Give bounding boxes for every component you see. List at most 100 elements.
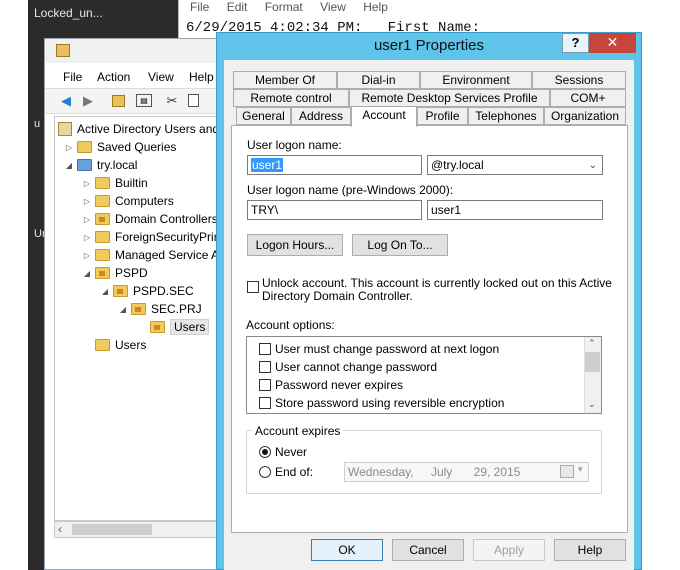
aduc-menu-action[interactable]: Action	[97, 70, 130, 84]
logon-name-value: user1	[251, 158, 284, 172]
cut-icon[interactable]: ✂	[164, 94, 180, 108]
aduc-menu-file[interactable]: File	[63, 70, 82, 84]
tab-dial-in[interactable]: Dial-in	[337, 71, 420, 89]
tree-node-sec-prj[interactable]: ◢ SEC.PRJ	[118, 300, 202, 318]
expand-caret-icon[interactable]: ▷	[82, 233, 92, 242]
collapse-caret-icon[interactable]: ◢	[118, 305, 128, 314]
tree-node-pspd-sec[interactable]: ◢ PSPD.SEC	[100, 282, 194, 300]
collapse-caret-icon[interactable]: ◢	[82, 269, 92, 278]
tree-node-domain[interactable]: ◢ try.local	[64, 156, 138, 174]
chevron-down-icon: ▾	[578, 464, 583, 474]
forward-arrow-icon[interactable]: ▶	[80, 94, 96, 108]
expand-caret-icon[interactable]: ▷	[82, 197, 92, 206]
option-checkbox[interactable]	[259, 343, 271, 355]
ou-folder-icon	[95, 267, 110, 279]
expand-caret-icon[interactable]: ▷	[82, 215, 92, 224]
notepad-menu-view[interactable]: View	[320, 0, 346, 14]
tab-general[interactable]: General	[236, 107, 291, 125]
tab-telephones[interactable]: Telephones	[468, 107, 544, 125]
tab-rds-profile[interactable]: Remote Desktop Services Profile	[349, 89, 550, 107]
option-checkbox[interactable]	[259, 379, 271, 391]
console-tree-icon[interactable]: ▤	[136, 94, 152, 107]
scroll-up-icon[interactable]: ⌃	[588, 338, 596, 349]
close-icon[interactable]: ✕	[589, 33, 636, 53]
tree-node-label: Active Directory Users and	[77, 122, 220, 136]
logon-hours-button[interactable]: Logon Hours...	[247, 234, 343, 256]
date-day-year: 29, 2015	[473, 465, 521, 479]
log-on-to-button[interactable]: Log On To...	[352, 234, 448, 256]
tab-organization[interactable]: Organization	[544, 107, 626, 125]
notepad-menu-file[interactable]: File	[190, 0, 209, 14]
notepad-menu-help[interactable]: Help	[363, 0, 388, 14]
folder-up-icon[interactable]	[112, 95, 125, 107]
end-of-radio[interactable]	[259, 466, 271, 478]
tree-node-label: Managed Service A	[115, 248, 220, 262]
tree-node-foreign-security[interactable]: ▷ ForeignSecurityPrin	[82, 228, 220, 246]
tree-node-users-selected[interactable]: Users	[150, 318, 210, 336]
never-radio[interactable]	[259, 446, 271, 458]
option-label: Store password using reversible encrypti…	[275, 396, 505, 410]
tree-node-label: ForeignSecurityPrin	[115, 230, 221, 244]
tree-node-label: Builtin	[115, 176, 148, 190]
tree-node-pspd[interactable]: ◢ PSPD	[82, 264, 148, 282]
tab-member-of[interactable]: Member Of	[233, 71, 337, 89]
scrollbar-thumb[interactable]	[72, 524, 152, 535]
back-arrow-icon[interactable]: ◀	[58, 94, 74, 108]
tab-account[interactable]: Account	[351, 106, 417, 127]
collapse-caret-icon[interactable]: ◢	[100, 287, 110, 296]
tab-environment[interactable]: Environment	[420, 71, 532, 89]
option-label: User must change password at next logon	[275, 342, 500, 356]
upn-suffix-value: @try.local	[431, 158, 484, 172]
tab-profile[interactable]: Profile	[417, 107, 468, 125]
tree-node-saved-queries[interactable]: ▷ Saved Queries	[64, 138, 176, 156]
tree-node-label: Users	[170, 319, 210, 335]
tree-node-managed-service[interactable]: ▷ Managed Service A	[82, 246, 219, 264]
help-button[interactable]: Help	[554, 539, 626, 561]
account-options-label: Account options:	[246, 318, 335, 332]
domain-icon	[77, 159, 92, 171]
end-of-date-picker: Wednesday, July 29, 2015	[344, 462, 589, 482]
folder-icon	[95, 195, 110, 207]
notepad-menu-edit[interactable]: Edit	[227, 0, 248, 14]
apply-button[interactable]: Apply	[473, 539, 545, 561]
option-checkbox[interactable]	[259, 361, 271, 373]
pre2000-label: User logon name (pre-Windows 2000):	[247, 183, 454, 197]
scroll-left-icon[interactable]: ‹	[58, 522, 62, 536]
unlock-account-checkbox[interactable]	[247, 281, 259, 293]
scroll-down-icon[interactable]: ⌄	[588, 399, 596, 410]
calendar-icon	[560, 465, 574, 478]
tree-node-root[interactable]: Active Directory Users and	[58, 120, 219, 138]
aduc-titlebar[interactable]	[45, 39, 223, 63]
help-icon[interactable]: ?	[562, 33, 589, 53]
options-scrollbar-thumb[interactable]	[585, 352, 600, 372]
option-checkbox[interactable]	[259, 397, 271, 409]
collapse-caret-icon[interactable]: ◢	[64, 161, 74, 170]
tree-node-label: Users	[115, 338, 147, 352]
folder-icon	[95, 339, 110, 351]
tree-node-domain-controllers[interactable]: ▷ Domain Controllers	[82, 210, 218, 228]
copy-icon[interactable]	[188, 94, 199, 107]
aduc-menu-help[interactable]: Help	[189, 70, 214, 84]
notepad-menu-format[interactable]: Format	[265, 0, 303, 14]
tree-node-computers[interactable]: ▷ Computers	[82, 192, 174, 210]
upn-suffix-dropdown[interactable]: @try.local ⌄	[427, 155, 603, 175]
folder-icon	[95, 249, 110, 261]
tab-sessions[interactable]: Sessions	[532, 71, 626, 89]
tab-remote-control[interactable]: Remote control	[233, 89, 349, 107]
aduc-root-icon	[58, 122, 72, 136]
cancel-button[interactable]: Cancel	[392, 539, 464, 561]
tree-node-users[interactable]: Users	[95, 336, 146, 354]
aduc-menu-view[interactable]: View	[148, 70, 174, 84]
tree-node-builtin[interactable]: ▷ Builtin	[82, 174, 148, 192]
pre2000-user-input[interactable]: user1	[427, 200, 603, 220]
tab-com-plus[interactable]: COM+	[550, 89, 626, 107]
expand-caret-icon[interactable]: ▷	[64, 143, 74, 152]
expand-caret-icon[interactable]: ▷	[82, 179, 92, 188]
logon-name-input[interactable]: user1	[247, 155, 422, 175]
expand-caret-icon[interactable]: ▷	[82, 251, 92, 260]
tab-address[interactable]: Address	[291, 107, 351, 125]
background-text-fragment: u	[34, 118, 41, 130]
ou-folder-icon	[113, 285, 128, 297]
date-weekday: Wednesday,	[348, 465, 414, 479]
ok-button[interactable]: OK	[311, 539, 383, 561]
